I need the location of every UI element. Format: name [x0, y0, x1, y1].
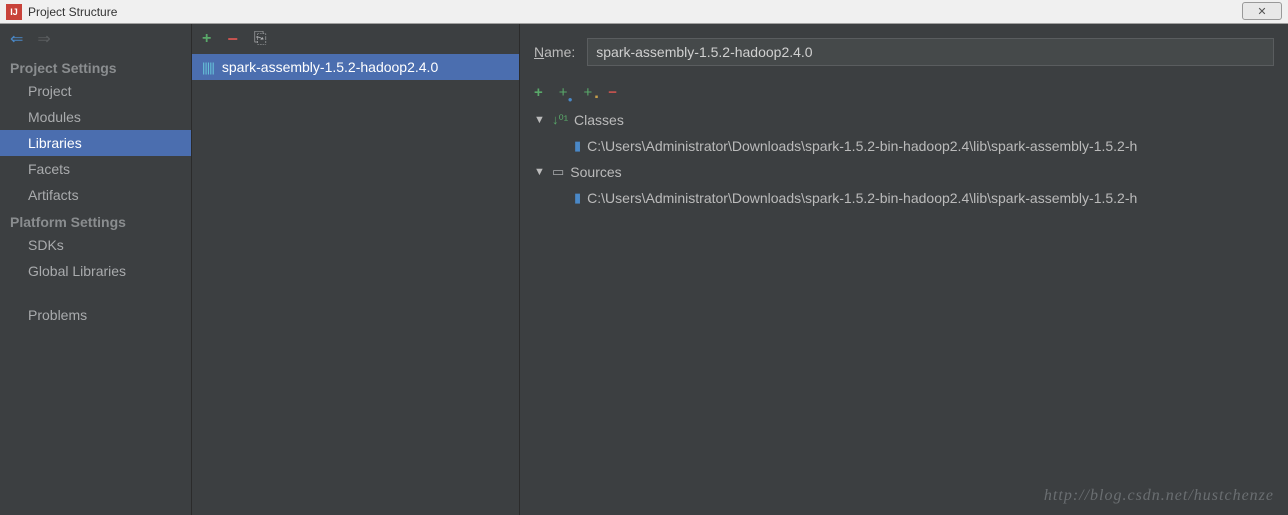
library-list-panel: + − ⎘ ||||| spark-assembly-1.5.2-hadoop2…: [192, 24, 520, 515]
tree-leaf-sources-path[interactable]: ▮ C:\Users\Administrator\Downloads\spark…: [534, 185, 1274, 211]
sidebar-item-libraries[interactable]: Libraries: [0, 130, 191, 156]
titlebar: IJ Project Structure ✕: [0, 0, 1288, 24]
library-icon: |||||: [202, 60, 214, 75]
sidebar: ⇐ ⇒ Project Settings Project Modules Lib…: [0, 24, 192, 515]
add-documentation-icon[interactable]: +: [584, 84, 593, 101]
expand-arrow-icon[interactable]: ▼: [534, 114, 546, 126]
sources-label: Sources: [570, 164, 621, 180]
sidebar-item-problems[interactable]: Problems: [0, 302, 191, 328]
sidebar-spacer: [0, 284, 191, 302]
remove-library-icon[interactable]: −: [227, 29, 238, 50]
classes-icon: ↓⁰¹: [552, 112, 568, 128]
expand-arrow-icon[interactable]: ▼: [534, 166, 546, 178]
sidebar-item-modules[interactable]: Modules: [0, 104, 191, 130]
sidebar-item-global-libraries[interactable]: Global Libraries: [0, 258, 191, 284]
sidebar-item-project[interactable]: Project: [0, 78, 191, 104]
add-root-icon[interactable]: +: [534, 84, 543, 101]
sidebar-item-facets[interactable]: Facets: [0, 156, 191, 182]
library-list-item[interactable]: ||||| spark-assembly-1.5.2-hadoop2.4.0: [192, 54, 519, 80]
nav-forward-icon: ⇒: [37, 29, 50, 49]
classes-label: Classes: [574, 112, 624, 128]
content: ⇐ ⇒ Project Settings Project Modules Lib…: [0, 24, 1288, 515]
jar-file-icon: ▮: [574, 190, 581, 206]
library-item-label: spark-assembly-1.5.2-hadoop2.4.0: [222, 59, 438, 75]
copy-library-icon[interactable]: ⎘: [254, 30, 267, 48]
add-library-icon[interactable]: +: [202, 30, 211, 48]
library-toolbar: + − ⎘: [192, 24, 519, 54]
sources-folder-icon: ▭: [552, 164, 564, 180]
sidebar-section-platform-settings: Platform Settings: [0, 208, 191, 232]
tree-node-classes[interactable]: ▼ ↓⁰¹ Classes: [534, 107, 1274, 133]
roots-tree: ▼ ↓⁰¹ Classes ▮ C:\Users\Administrator\D…: [534, 107, 1274, 211]
close-icon: ✕: [1257, 5, 1266, 18]
name-row: Name:: [534, 38, 1274, 66]
library-name-input[interactable]: [587, 38, 1274, 66]
tree-leaf-classes-path[interactable]: ▮ C:\Users\Administrator\Downloads\spark…: [534, 133, 1274, 159]
jar-file-icon: ▮: [574, 138, 581, 154]
close-button[interactable]: ✕: [1242, 2, 1282, 20]
name-label: Name:: [534, 44, 575, 60]
detail-panel: Name: + + + − ▼ ↓⁰¹ Classes ▮ C:\Users\A…: [520, 24, 1288, 515]
tree-node-sources[interactable]: ▼ ▭ Sources: [534, 159, 1274, 185]
detail-toolbar: + + + −: [534, 84, 1274, 101]
remove-root-icon[interactable]: −: [608, 84, 617, 101]
classes-path: C:\Users\Administrator\Downloads\spark-1…: [587, 138, 1137, 154]
sources-path: C:\Users\Administrator\Downloads\spark-1…: [587, 190, 1137, 206]
sidebar-item-sdks[interactable]: SDKs: [0, 232, 191, 258]
app-icon: IJ: [6, 4, 22, 20]
window-title: Project Structure: [28, 5, 117, 19]
add-from-maven-icon[interactable]: +: [559, 84, 568, 101]
watermark: http://blog.csdn.net/hustchenze: [1044, 487, 1274, 505]
sidebar-nav: ⇐ ⇒: [0, 24, 191, 54]
nav-back-icon[interactable]: ⇐: [10, 29, 23, 49]
sidebar-section-project-settings: Project Settings: [0, 54, 191, 78]
sidebar-item-artifacts[interactable]: Artifacts: [0, 182, 191, 208]
